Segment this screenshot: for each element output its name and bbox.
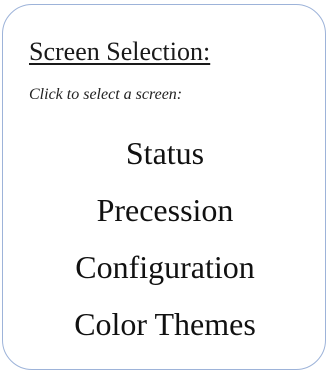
- menu-item-status[interactable]: Status: [3, 125, 327, 182]
- menu-item-configuration[interactable]: Configuration: [3, 239, 327, 296]
- menu-item-precession[interactable]: Precession: [3, 182, 327, 239]
- screen-menu: Status Precession Configuration Color Th…: [3, 125, 327, 353]
- panel-instruction: Click to select a screen:: [29, 86, 183, 103]
- menu-item-color-themes[interactable]: Color Themes: [3, 296, 327, 353]
- screen-selection-panel: Screen Selection: Click to select a scre…: [2, 4, 326, 370]
- panel-title: Screen Selection:: [29, 37, 211, 66]
